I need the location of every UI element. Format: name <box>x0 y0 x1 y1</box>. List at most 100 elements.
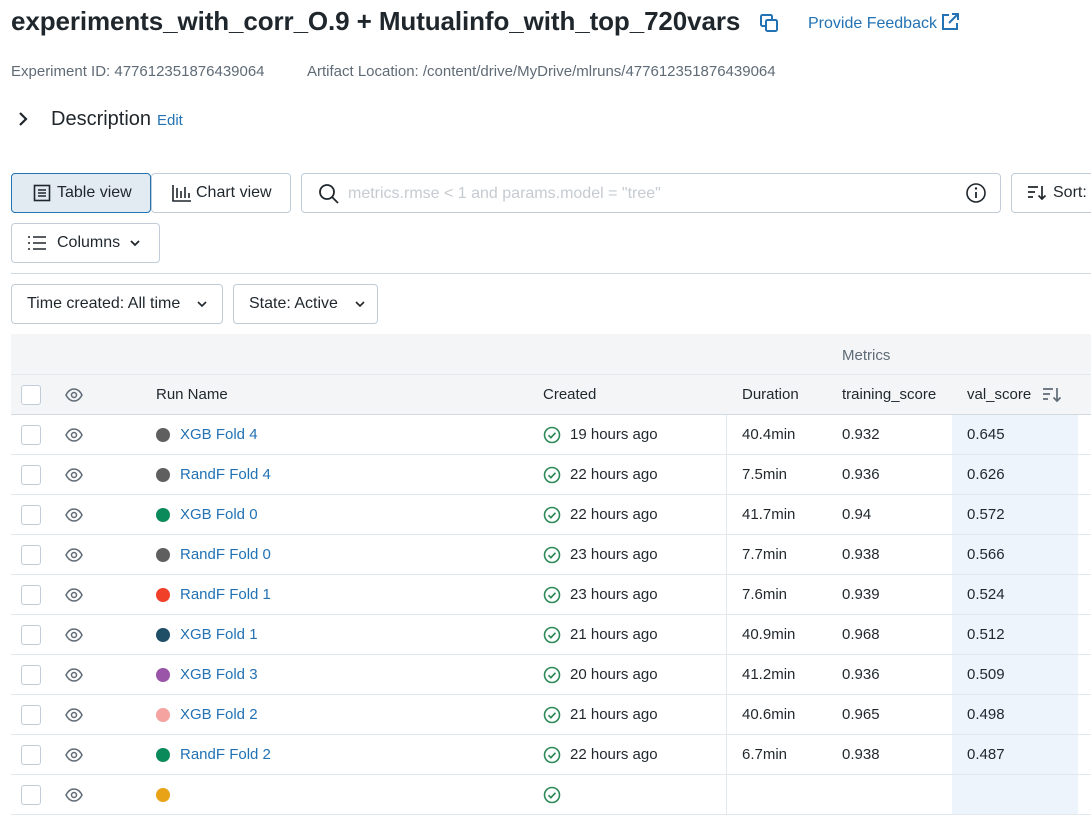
provide-feedback-link[interactable]: Provide Feedback <box>808 15 937 33</box>
description-edit-link[interactable]: Edit <box>157 112 183 129</box>
experiment-id: Experiment ID: 477612351876439064 <box>11 63 265 80</box>
table-row[interactable]: XGB Fold 2 21 hours ago 40.6min 0.965 0.498 <box>11 695 1091 735</box>
run-name-link[interactable]: XGB Fold 0 <box>180 506 258 523</box>
table-view-button[interactable]: Table view <box>11 173 151 213</box>
run-name-link[interactable]: XGB Fold 2 <box>180 706 258 723</box>
copy-icon[interactable] <box>758 12 780 34</box>
val-score-cell: 0.487 <box>967 746 1005 763</box>
sort-descending-icon[interactable] <box>1042 386 1062 409</box>
run-color-dot[interactable] <box>156 708 170 722</box>
created-cell: 21 hours ago <box>570 706 658 723</box>
training-score-cell: 0.932 <box>842 426 880 443</box>
created-cell: 23 hours ago <box>570 586 658 603</box>
eye-icon[interactable] <box>65 386 83 404</box>
row-checkbox[interactable] <box>21 505 41 525</box>
table-row[interactable]: RandF Fold 0 23 hours ago 7.7min 0.938 0.566 <box>11 535 1091 575</box>
run-color-dot[interactable] <box>156 628 170 642</box>
eye-icon[interactable] <box>65 666 83 684</box>
external-link-icon[interactable] <box>940 12 960 32</box>
column-training-score[interactable]: training_score <box>842 386 936 403</box>
run-name-link[interactable]: XGB Fold 3 <box>180 666 258 683</box>
run-color-dot[interactable] <box>156 588 170 602</box>
duration-cell: 40.4min <box>742 426 796 443</box>
created-cell: 23 hours ago <box>570 546 658 563</box>
column-duration[interactable]: Duration <box>742 386 799 403</box>
eye-icon[interactable] <box>65 546 83 564</box>
columns-label: Columns <box>57 234 121 251</box>
run-name-link[interactable]: XGB Fold 4 <box>180 426 258 443</box>
chevron-right-icon[interactable] <box>14 110 32 128</box>
row-checkbox[interactable] <box>21 585 41 605</box>
eye-icon[interactable] <box>65 626 83 644</box>
row-checkbox[interactable] <box>21 625 41 645</box>
column-divider <box>726 615 727 655</box>
val-score-cell: 0.498 <box>967 706 1005 723</box>
table-row[interactable]: XGB Fold 0 22 hours ago 41.7min 0.94 0.572 <box>11 495 1091 535</box>
duration-cell: 7.5min <box>742 466 788 483</box>
run-color-dot[interactable] <box>156 668 170 682</box>
select-all-checkbox[interactable] <box>21 385 41 405</box>
row-checkbox[interactable] <box>21 665 41 685</box>
check-circle-icon <box>543 546 561 564</box>
column-created[interactable]: Created <box>543 386 596 403</box>
run-name-link[interactable]: RandF Fold 1 <box>180 586 271 603</box>
check-circle-icon <box>543 586 561 604</box>
eye-icon[interactable] <box>65 586 83 604</box>
created-cell: 22 hours ago <box>570 506 658 523</box>
table-row[interactable]: XGB Fold 1 21 hours ago 40.9min 0.968 0.512 <box>11 615 1091 655</box>
run-name-link[interactable]: RandF Fold 0 <box>180 546 271 563</box>
run-color-dot[interactable] <box>156 788 170 802</box>
check-circle-icon <box>543 666 561 684</box>
row-checkbox[interactable] <box>21 545 41 565</box>
column-divider <box>726 575 727 615</box>
duration-cell: 41.2min <box>742 666 796 683</box>
eye-icon[interactable] <box>65 706 83 724</box>
run-name-link[interactable]: RandF Fold 2 <box>180 746 271 763</box>
row-checkbox[interactable] <box>21 425 41 445</box>
eye-icon[interactable] <box>65 746 83 764</box>
run-color-dot[interactable] <box>156 748 170 762</box>
table-row[interactable]: XGB Fold 4 19 hours ago 40.4min 0.932 0.645 <box>11 415 1091 455</box>
table-row[interactable] <box>11 775 1091 815</box>
row-checkbox[interactable] <box>21 785 41 805</box>
training-score-cell: 0.938 <box>842 546 880 563</box>
metrics-group-label: Metrics <box>842 347 891 364</box>
eye-icon[interactable] <box>65 786 83 804</box>
state-label: State: Active <box>249 295 338 312</box>
description-toggle[interactable]: Description <box>51 108 151 131</box>
row-checkbox[interactable] <box>21 465 41 485</box>
info-icon[interactable] <box>965 182 987 209</box>
run-color-dot[interactable] <box>156 548 170 562</box>
run-color-dot[interactable] <box>156 468 170 482</box>
eye-icon[interactable] <box>65 426 83 444</box>
check-circle-icon <box>543 466 561 484</box>
val-score-cell: 0.626 <box>967 466 1005 483</box>
run-name-link[interactable]: RandF Fold 4 <box>180 466 271 483</box>
row-checkbox[interactable] <box>21 705 41 725</box>
val-score-cell: 0.524 <box>967 586 1005 603</box>
column-val-score[interactable]: val_score <box>967 386 1031 403</box>
table-row[interactable]: RandF Fold 4 22 hours ago 7.5min 0.936 0.626 <box>11 455 1091 495</box>
eye-icon[interactable] <box>65 506 83 524</box>
list-icon <box>27 235 47 251</box>
run-color-dot[interactable] <box>156 428 170 442</box>
created-cell: 22 hours ago <box>570 746 658 763</box>
sort-button[interactable]: Sort: <box>1011 173 1091 213</box>
chevron-down-icon <box>129 237 141 249</box>
run-color-dot[interactable] <box>156 508 170 522</box>
search-input[interactable]: metrics.rmse < 1 and params.model = "tre… <box>301 173 1001 213</box>
run-name-link[interactable]: XGB Fold 1 <box>180 626 258 643</box>
time-created-filter[interactable]: Time created: All time <box>11 284 223 324</box>
eye-icon[interactable] <box>65 466 83 484</box>
duration-cell: 7.6min <box>742 586 788 603</box>
table-row[interactable]: RandF Fold 1 23 hours ago 7.6min 0.939 0.524 <box>11 575 1091 615</box>
table-row[interactable]: RandF Fold 2 22 hours ago 6.7min 0.938 0.487 <box>11 735 1091 775</box>
chart-view-button[interactable]: Chart view <box>151 173 291 213</box>
row-checkbox[interactable] <box>21 745 41 765</box>
sort-icon <box>1027 184 1047 202</box>
search-icon <box>318 183 340 210</box>
state-filter[interactable]: State: Active <box>233 284 378 324</box>
columns-button[interactable]: Columns <box>11 223 160 263</box>
table-row[interactable]: XGB Fold 3 20 hours ago 41.2min 0.936 0.509 <box>11 655 1091 695</box>
column-run-name[interactable]: Run Name <box>156 386 228 403</box>
